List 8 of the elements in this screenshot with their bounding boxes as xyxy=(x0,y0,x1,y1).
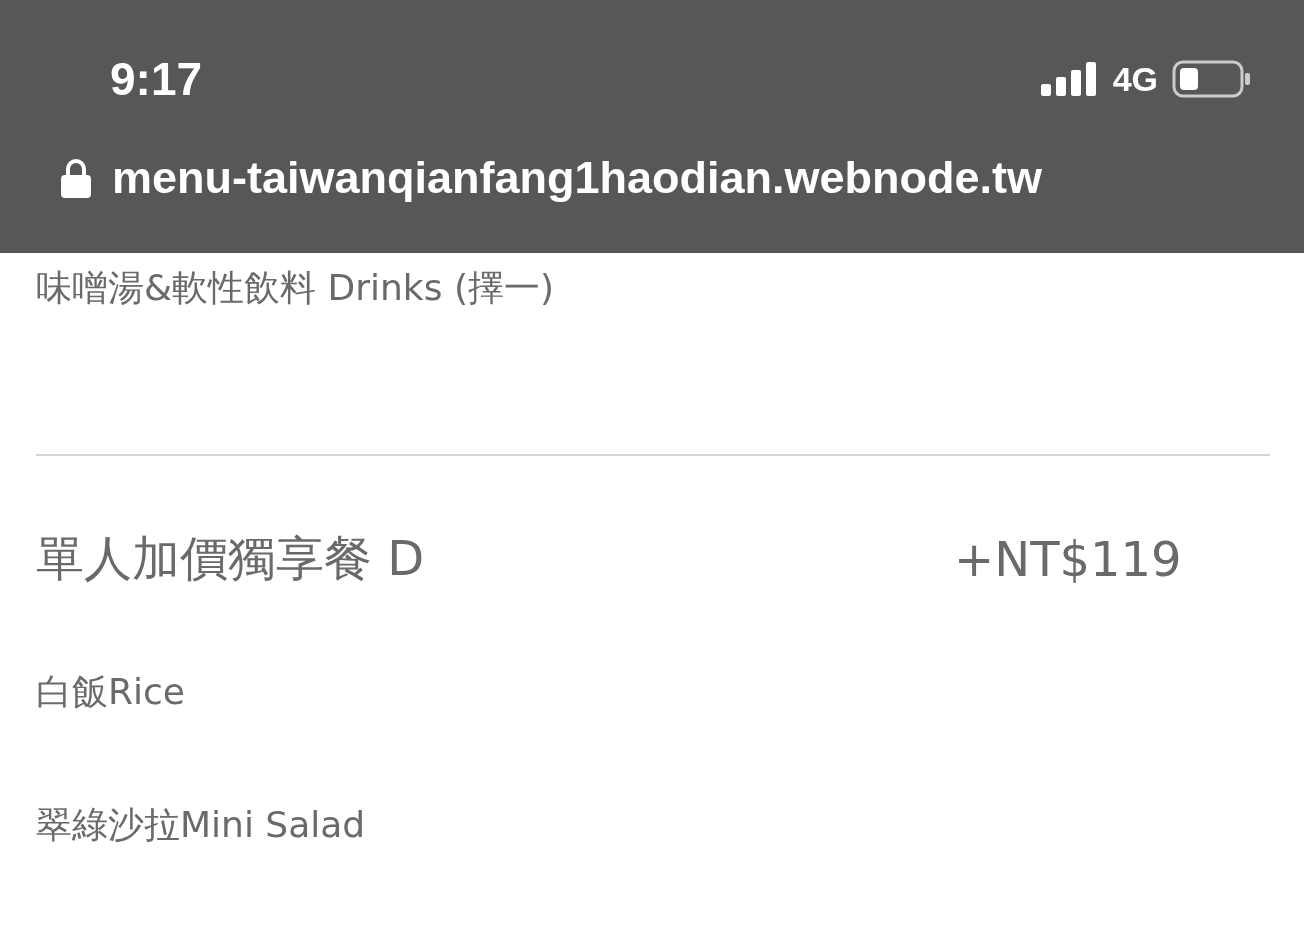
set-meal-title: 單人加價獨享餐 D xyxy=(36,529,426,588)
lock-icon xyxy=(60,158,92,198)
battery-icon xyxy=(1172,60,1252,98)
clock-time: 9:17 xyxy=(110,52,203,106)
signal-icon xyxy=(1040,62,1099,96)
network-label: 4G xyxy=(1112,59,1158,99)
page-url[interactable]: menu-taiwanqianfang1haodian.webnode.tw xyxy=(112,152,1043,204)
price: +NT$119 xyxy=(954,531,1182,587)
